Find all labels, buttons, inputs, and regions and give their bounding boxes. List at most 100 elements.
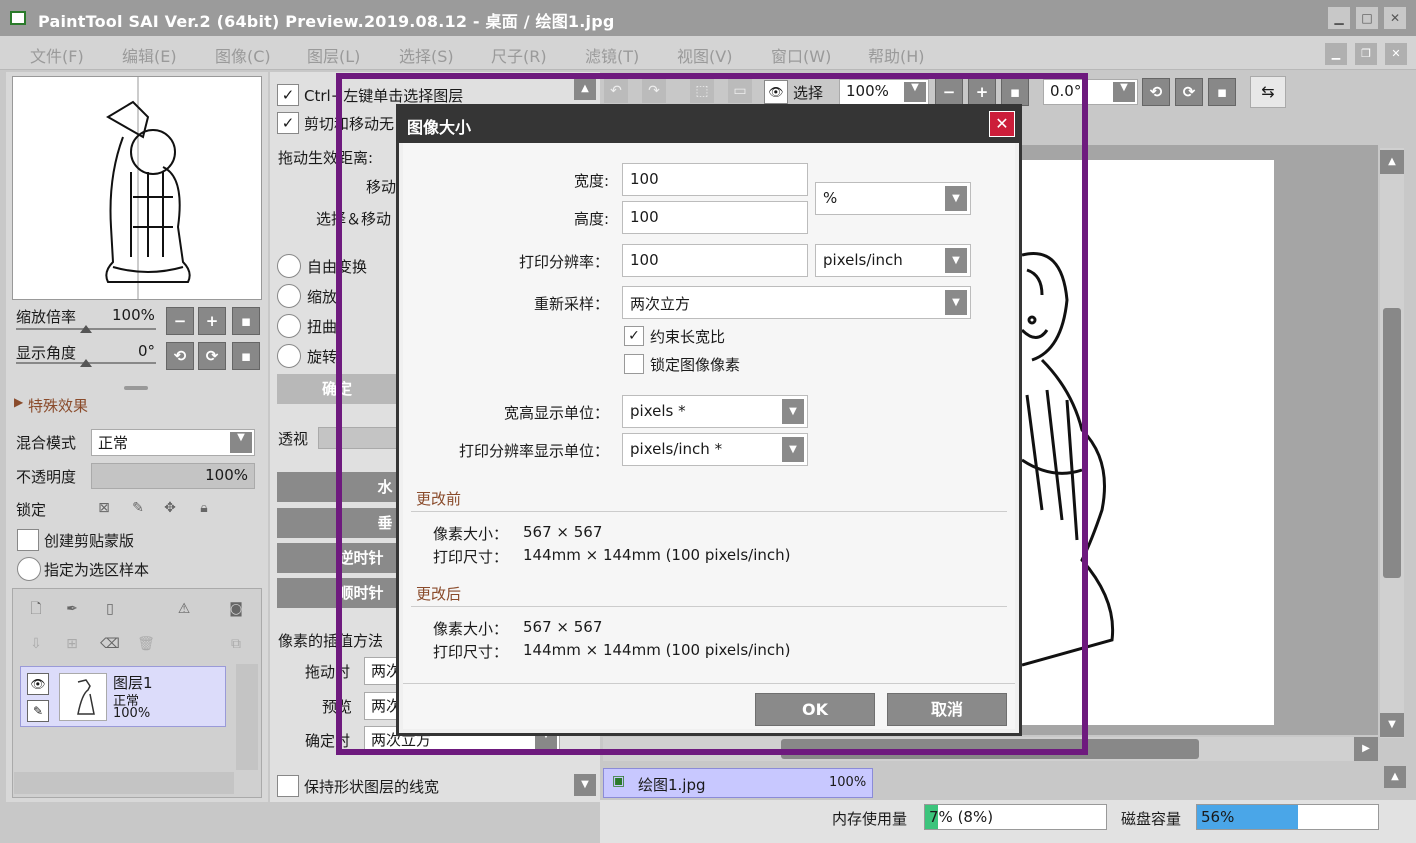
- layer-copy-icon[interactable]: ⧉: [224, 632, 248, 656]
- menu-select[interactable]: 选择(S): [399, 43, 454, 67]
- lock-paint-icon[interactable]: ✎: [126, 496, 150, 520]
- print-resolution-input[interactable]: 100: [622, 244, 808, 277]
- lock-all-icon[interactable]: 🔒︎: [192, 496, 216, 520]
- toolbar-zoom-out-button[interactable]: −: [935, 78, 963, 106]
- flip-view-icon[interactable]: ⇆: [1250, 76, 1286, 108]
- maximize-button[interactable]: □: [1356, 7, 1378, 29]
- toolbar-zoom-reset-button[interactable]: ▪: [1001, 78, 1029, 106]
- layer-row[interactable]: 👁︎ ✎ 图层1 正常 100%: [20, 666, 226, 727]
- keep-line-width-checkbox[interactable]: [277, 775, 299, 797]
- clear-layer-icon[interactable]: ⌫: [98, 632, 122, 656]
- mdi-minimize-icon[interactable]: ▁: [1325, 43, 1347, 65]
- menu-layer[interactable]: 图层(L): [307, 43, 360, 67]
- size-unit-select[interactable]: % ▼: [815, 182, 971, 215]
- clipping-mask-checkbox[interactable]: [17, 529, 39, 551]
- toolbar-rotate-reset-button[interactable]: ▪: [1208, 78, 1236, 106]
- visibility-eye-icon[interactable]: 👁︎: [27, 673, 49, 695]
- menu-window[interactable]: 窗口(W): [771, 43, 831, 67]
- canvas-hscrollbar[interactable]: ▶: [603, 737, 1378, 761]
- toolbar-angle-select[interactable]: 0.0° ▼: [1043, 79, 1138, 105]
- rotate-ccw-tool-button[interactable]: 逆时针: [277, 543, 397, 573]
- new-layer-icon[interactable]: 🗋︎: [24, 597, 48, 621]
- duplicate-layer-icon[interactable]: ⊞: [60, 632, 84, 656]
- rotate-cw-tool-button[interactable]: 顺时针: [277, 578, 397, 608]
- rotate-cw-button[interactable]: ⟳: [198, 342, 226, 370]
- blend-mode-select[interactable]: 正常 ▼: [91, 429, 255, 456]
- resample-select[interactable]: 两次立方 ▼: [622, 286, 971, 319]
- scale-radio[interactable]: [277, 284, 301, 308]
- deselect-icon[interactable]: ▭: [728, 79, 752, 103]
- mdi-restore-icon[interactable]: ❐: [1355, 43, 1377, 65]
- toolbar-rotate-ccw-button[interactable]: ⟲: [1142, 78, 1170, 106]
- opacity-slider[interactable]: 100%: [91, 463, 255, 489]
- menu-ruler[interactable]: 尺子(R): [491, 43, 547, 67]
- ctrl-click-checkbox[interactable]: ✓: [277, 84, 299, 106]
- dialog-close-icon[interactable]: ✕: [989, 111, 1015, 137]
- toolbar-rotate-cw-button[interactable]: ⟳: [1175, 78, 1203, 106]
- toolbar-zoom-in-button[interactable]: +: [968, 78, 996, 106]
- scroll-right-icon[interactable]: ▶: [1354, 737, 1378, 761]
- layer-hscrollbar[interactable]: [14, 772, 234, 794]
- minimize-button[interactable]: ▁: [1328, 7, 1350, 29]
- layer-mask-icon[interactable]: ◙: [224, 597, 248, 621]
- angle-slider-handle[interactable]: [80, 359, 92, 367]
- layer-pen-icon[interactable]: ✎: [27, 700, 49, 722]
- expand-arrow-icon[interactable]: ▶: [14, 395, 23, 409]
- toolbar-zoom-select[interactable]: 100% ▼: [839, 79, 929, 105]
- flip-horizontal-button[interactable]: 水: [277, 472, 397, 502]
- menu-edit[interactable]: 编辑(E): [122, 43, 177, 67]
- selection-eye-icon[interactable]: 👁︎: [764, 80, 788, 104]
- merge-down-icon[interactable]: ⇩: [24, 632, 48, 656]
- redo-icon[interactable]: ↷: [642, 79, 666, 103]
- scroll-down-icon[interactable]: ▼: [574, 774, 596, 796]
- panel-splitter[interactable]: [124, 386, 148, 390]
- resolution-display-unit-select[interactable]: pixels/inch * ▼: [622, 433, 808, 466]
- scroll-up-icon[interactable]: ▲: [574, 78, 596, 100]
- select-all-icon[interactable]: ⬚: [690, 79, 714, 103]
- menu-filter[interactable]: 滤镜(T): [585, 43, 639, 67]
- zoom-slider-handle[interactable]: [80, 325, 92, 333]
- menu-view[interactable]: 视图(V): [677, 43, 732, 67]
- undo-icon[interactable]: ↶: [604, 79, 628, 103]
- new-folder-icon[interactable]: ▯: [98, 597, 122, 621]
- delete-layer-icon[interactable]: 🗑︎: [134, 632, 158, 656]
- menu-file[interactable]: 文件(F): [30, 43, 84, 67]
- zoom-in-button[interactable]: +: [198, 307, 226, 335]
- rotate-ccw-button[interactable]: ⟲: [166, 342, 194, 370]
- layer-scrollbar[interactable]: [236, 664, 258, 770]
- rotate-reset-button[interactable]: ▪: [232, 342, 260, 370]
- close-button[interactable]: ✕: [1384, 7, 1406, 29]
- flip-vertical-button[interactable]: 垂: [277, 508, 397, 538]
- navigator-preview[interactable]: [12, 76, 262, 300]
- zoom-reset-button[interactable]: ▪: [232, 307, 260, 335]
- new-vector-layer-icon[interactable]: ✒︎: [60, 597, 84, 621]
- cut-move-checkbox[interactable]: ✓: [277, 112, 299, 134]
- lock-transparency-icon[interactable]: ⊠: [92, 496, 116, 520]
- scroll-down-icon[interactable]: ▼: [1380, 713, 1404, 737]
- vscroll-thumb[interactable]: [1383, 308, 1401, 578]
- lock-move-icon[interactable]: ✥: [158, 496, 182, 520]
- mdi-close-icon[interactable]: ✕: [1385, 43, 1407, 65]
- menu-image[interactable]: 图像(C): [215, 43, 271, 67]
- selection-sample-checkbox[interactable]: [17, 557, 41, 581]
- lock-pixels-checkbox[interactable]: [624, 354, 644, 374]
- layer-effect-icon[interactable]: ⚠︎: [172, 597, 196, 621]
- cancel-button[interactable]: 取消: [887, 693, 1007, 726]
- ok-button[interactable]: OK: [755, 693, 875, 726]
- canvas-paper[interactable]: [1020, 160, 1274, 725]
- perspective-slider[interactable]: [318, 427, 398, 449]
- rotate-radio[interactable]: [277, 344, 301, 368]
- effects-label[interactable]: 特殊效果: [28, 395, 88, 416]
- menu-help[interactable]: 帮助(H): [868, 43, 925, 67]
- scroll-up-icon[interactable]: ▲: [1380, 150, 1404, 174]
- confirm-button[interactable]: 确定: [277, 374, 397, 404]
- hscroll-thumb[interactable]: [781, 739, 1199, 759]
- constrain-proportions-checkbox[interactable]: ✓: [624, 326, 644, 346]
- height-input[interactable]: 100: [622, 201, 808, 234]
- doc-scroll-up-icon[interactable]: ▲: [1384, 766, 1406, 788]
- width-input[interactable]: 100: [622, 163, 808, 196]
- free-transform-radio[interactable]: [277, 254, 301, 278]
- display-unit-select[interactable]: pixels * ▼: [622, 395, 808, 428]
- distort-radio[interactable]: [277, 314, 301, 338]
- resolution-unit-select[interactable]: pixels/inch ▼: [815, 244, 971, 277]
